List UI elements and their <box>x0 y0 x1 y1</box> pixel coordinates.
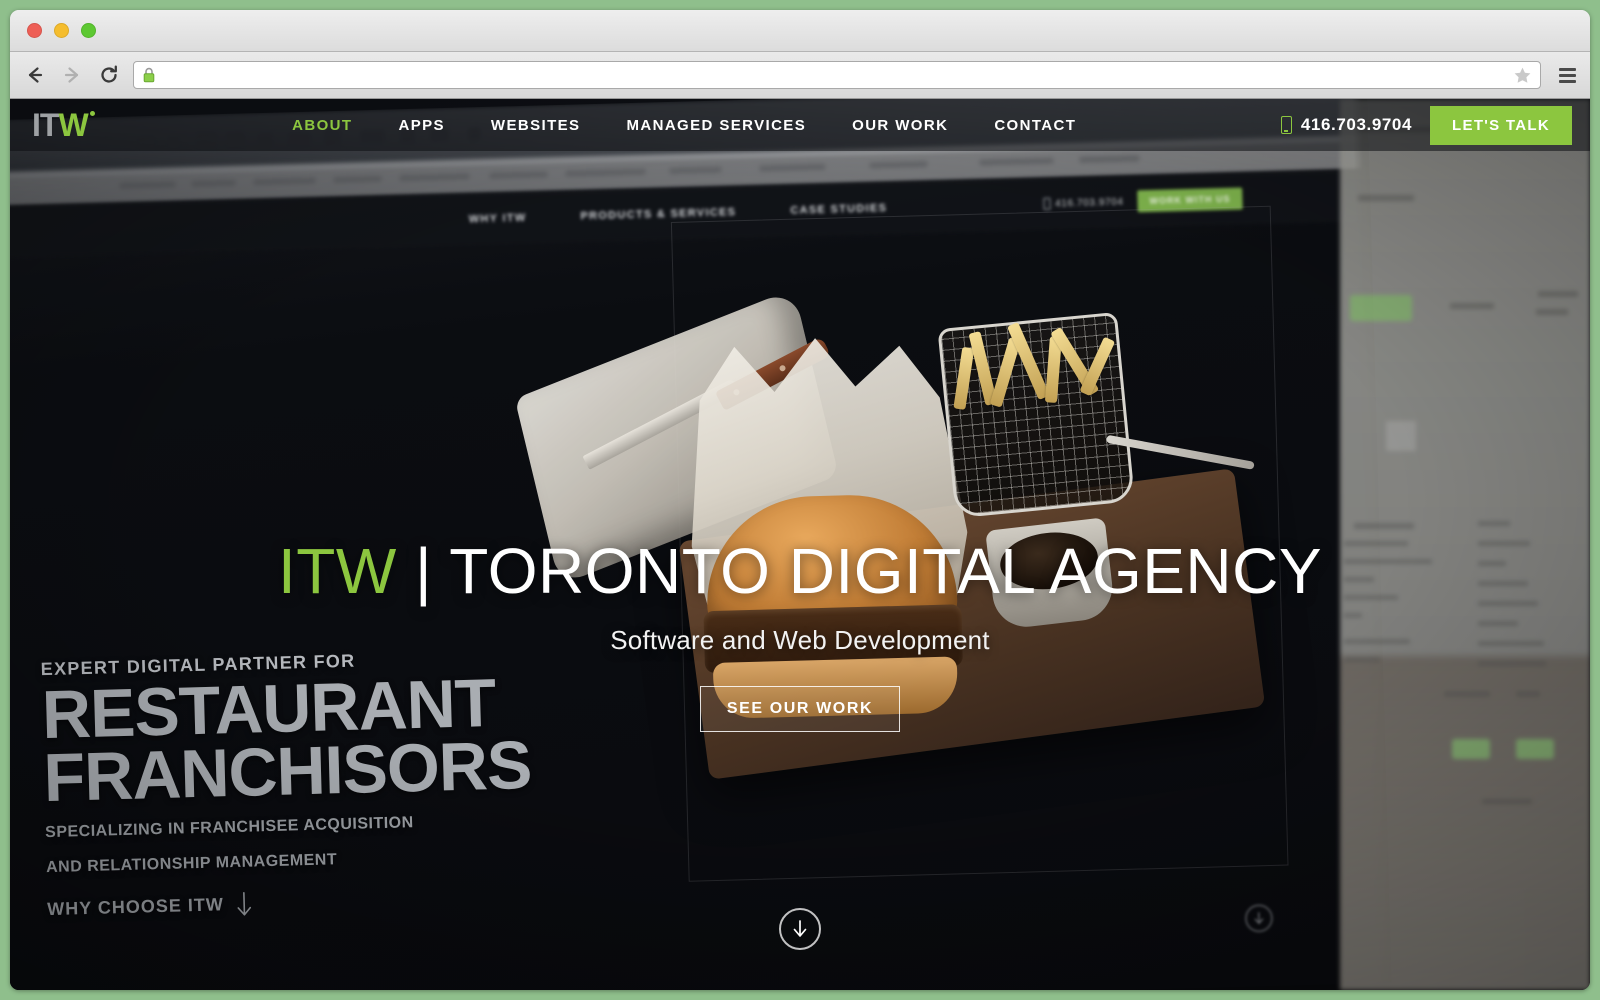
inner-nav-item: CASE STUDIES <box>790 202 888 217</box>
nav-item-about[interactable]: ABOUT <box>292 117 352 134</box>
browser-window: WHY ITW PRODUCTS & SERVICES CASE STUDIES… <box>10 10 1590 990</box>
down-arrow-icon <box>237 891 251 916</box>
menu-line <box>1558 73 1576 77</box>
mobile-phone-icon <box>1280 116 1292 134</box>
photographed-monitor: WHY ITW PRODUCTS & SERVICES CASE STUDIES… <box>10 99 1392 990</box>
window-controls <box>27 23 96 38</box>
minimize-window-button[interactable] <box>54 23 69 38</box>
inner-phone-icon <box>1042 197 1051 210</box>
inner-nav-item: WHY ITW <box>468 211 527 226</box>
browser-titlebar <box>10 10 1590 52</box>
menu-line <box>1558 79 1576 83</box>
header-phone-number[interactable]: 416.703.9704 <box>1280 115 1413 135</box>
inner-down-arrow-icon <box>1254 912 1264 925</box>
page-viewport: WHY ITW PRODUCTS & SERVICES CASE STUDIES… <box>10 99 1590 990</box>
site-logo[interactable]: IT W <box>32 107 95 143</box>
logo-text-w: W <box>58 107 95 143</box>
forward-arrow-icon <box>64 67 79 83</box>
sauce-cup <box>985 517 1116 631</box>
inner-why-choose-link: WHY CHOOSE ITW <box>47 882 607 923</box>
lets-talk-button[interactable]: LET'S TALK <box>1430 105 1572 145</box>
maximize-window-button[interactable] <box>81 23 96 38</box>
scroll-down-button[interactable] <box>779 908 821 950</box>
main-navigation: ABOUT APPS WEBSITES MANAGED SERVICES OUR… <box>292 117 1076 134</box>
inner-link-label: WHY CHOOSE ITW <box>46 894 225 920</box>
menu-line <box>1558 67 1576 71</box>
fries <box>946 304 1130 425</box>
reload-button[interactable] <box>96 62 122 88</box>
back-button[interactable] <box>22 62 48 88</box>
inner-scroll-indicator <box>1244 903 1274 933</box>
close-window-button[interactable] <box>27 23 42 38</box>
hero-cta-wrapper: SEE OUR WORK <box>10 686 1590 732</box>
logo-text-it: IT <box>32 107 59 143</box>
nav-item-our-work[interactable]: OUR WORK <box>852 117 948 134</box>
site-header: IT W ABOUT APPS WEBSITES MANAGED SERVICE… <box>10 99 1590 151</box>
header-right-group: 416.703.9704 LET'S TALK <box>1280 105 1572 145</box>
browser-menu-button[interactable] <box>1554 62 1580 88</box>
address-bar[interactable] <box>133 61 1541 89</box>
inner-phone-text: 416.703.9704 <box>1054 196 1124 210</box>
bookmark-star-icon[interactable] <box>1513 66 1532 85</box>
inner-phone-number: 416.703.9704 <box>1042 196 1124 210</box>
see-our-work-button[interactable]: SEE OUR WORK <box>699 686 901 732</box>
nav-item-contact[interactable]: CONTACT <box>994 117 1076 134</box>
nav-item-websites[interactable]: WEBSITES <box>491 117 581 134</box>
inner-subline-1: SPECIALIZING IN FRANCHISEE ACQUISITION <box>44 814 414 842</box>
phone-number-text: 416.703.9704 <box>1300 115 1413 134</box>
reload-icon <box>101 65 117 83</box>
hero-background-photo: WHY ITW PRODUCTS & SERVICES CASE STUDIES… <box>10 99 1590 990</box>
inner-subline-2: AND RELATIONSHIP MANAGEMENT <box>45 851 338 876</box>
back-arrow-icon <box>28 67 43 83</box>
scroll-down-arrow-icon <box>793 920 807 937</box>
nav-item-apps[interactable]: APPS <box>398 117 444 134</box>
inner-headline-line2: FRANCHISORS <box>42 726 533 816</box>
background-secondary-page <box>1340 99 1590 990</box>
browser-toolbar <box>10 52 1590 99</box>
forward-button[interactable] <box>59 62 85 88</box>
secure-lock-icon <box>142 67 156 83</box>
nav-item-managed-services[interactable]: MANAGED SERVICES <box>626 117 806 134</box>
